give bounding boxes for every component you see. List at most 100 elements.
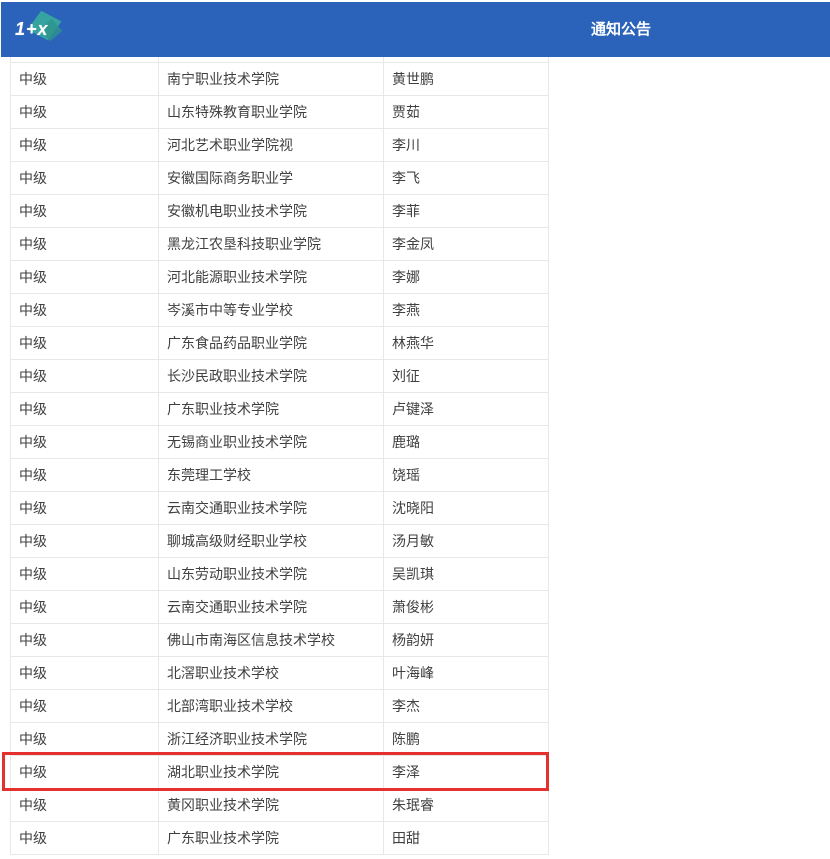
cell-name: 卢键泽: [384, 393, 549, 426]
cell-institution: 北部湾职业技术学校: [159, 690, 384, 723]
table-row: 中级黄冈职业技术学院朱珉睿: [11, 789, 549, 822]
cell-level: 中级: [11, 459, 159, 492]
cell-institution: 无锡商业职业技术学院: [159, 426, 384, 459]
table-row: 中级广东职业技术学院卢键泽: [11, 393, 549, 426]
table-row: 中级河北艺术职业学院视李川: [11, 129, 549, 162]
cell-institution: 山东特殊教育职业学院: [159, 96, 384, 129]
cell-institution: 广东职业技术学院: [159, 393, 384, 426]
cell-institution: 山东劳动职业技术学院: [159, 558, 384, 591]
cell-level: 中级: [11, 558, 159, 591]
table-row: 中级黑龙江农垦科技职业学院李金凤: [11, 228, 549, 261]
cell-name: 陈鹏: [384, 723, 549, 756]
cell-institution: 聊城高级财经职业学校: [159, 525, 384, 558]
cell-level: 中级: [11, 162, 159, 195]
cell-institution: 黄冈职业技术学院: [159, 789, 384, 822]
table-row: 中级长沙民政职业技术学院刘征: [11, 360, 549, 393]
cell-level: 中级: [11, 822, 159, 855]
cell-level: 中级: [11, 63, 159, 96]
cell-level: 中级: [11, 294, 159, 327]
cell-level: 中级: [11, 393, 159, 426]
cell-institution: 岑溪市中等专业学校: [159, 294, 384, 327]
cell-name: 杨韵妍: [384, 624, 549, 657]
cell-name: 沈晓阳: [384, 492, 549, 525]
table-row: 中级无锡商业职业技术学院鹿璐: [11, 426, 549, 459]
app-logo[interactable]: 1+x: [13, 12, 65, 48]
cell-institution: 湖北职业技术学院: [159, 756, 384, 789]
table-row: 中级云南交通职业技术学院沈晓阳: [11, 492, 549, 525]
cell-level: 中级: [11, 624, 159, 657]
table-row-highlighted: 中级湖北职业技术学院李泽: [11, 756, 549, 789]
table-row: 中级安徽国际商务职业学李飞: [11, 162, 549, 195]
cell-institution: 长沙民政职业技术学院: [159, 360, 384, 393]
cell-name: 田甜: [384, 822, 549, 855]
cell-level: 中级: [11, 723, 159, 756]
cell-name: 李川: [384, 129, 549, 162]
cell-institution: 广东职业技术学院: [159, 822, 384, 855]
cell-level: 中级: [11, 195, 159, 228]
certification-results-grid: 中级南宁职业技术学院黄世鹏中级山东特殊教育职业学院贾茹中级河北艺术职业学院视李川…: [10, 57, 549, 855]
cell-institution: 河北能源职业技术学院: [159, 261, 384, 294]
cell-name: 朱珉睿: [384, 789, 549, 822]
cell-level: 中级: [11, 360, 159, 393]
results-table: 中级南宁职业技术学院黄世鹏中级山东特殊教育职业学院贾茹中级河北艺术职业学院视李川…: [10, 57, 548, 855]
table-row: 中级佛山市南海区信息技术学校杨韵妍: [11, 624, 549, 657]
table-row: 中级山东劳动职业技术学院吴凯琪: [11, 558, 549, 591]
cell-name: 李燕: [384, 294, 549, 327]
cell-institution: 河北艺术职业学院视: [159, 129, 384, 162]
cell-level: 中级: [11, 789, 159, 822]
cell-level: 中级: [11, 591, 159, 624]
cell-institution: 安徽国际商务职业学: [159, 162, 384, 195]
cell-name: 萧俊彬: [384, 591, 549, 624]
cell-name: 李娜: [384, 261, 549, 294]
cell-institution: 东莞理工学校: [159, 459, 384, 492]
cell-level: 中级: [11, 228, 159, 261]
cell-level: 中级: [11, 129, 159, 162]
cell-level: 中级: [11, 96, 159, 129]
table-row: 中级北滘职业技术学校叶海峰: [11, 657, 549, 690]
cell-name: 林燕华: [384, 327, 549, 360]
cell-name: 刘征: [384, 360, 549, 393]
top-header: 1+x 通知公告: [1, 2, 830, 57]
cell-institution: 云南交通职业技术学院: [159, 591, 384, 624]
cell-name: 贾茹: [384, 96, 549, 129]
table-row: 中级安徽机电职业技术学院李菲: [11, 195, 549, 228]
table-row: 中级广东职业技术学院田甜: [11, 822, 549, 855]
table-row: 中级岑溪市中等专业学校李燕: [11, 294, 549, 327]
cell-level: 中级: [11, 492, 159, 525]
table-row: 中级广东食品药品职业学院林燕华: [11, 327, 549, 360]
nav-notice-link[interactable]: 通知公告: [591, 2, 651, 57]
cell-name: 汤月敏: [384, 525, 549, 558]
cell-name: 饶瑶: [384, 459, 549, 492]
cell-level: 中级: [11, 327, 159, 360]
cell-name: 李杰: [384, 690, 549, 723]
cell-institution: 安徽机电职业技术学院: [159, 195, 384, 228]
cell-name: 李飞: [384, 162, 549, 195]
cell-institution: 北滘职业技术学校: [159, 657, 384, 690]
cell-name: 李泽: [384, 756, 549, 789]
table-row: 中级云南交通职业技术学院萧俊彬: [11, 591, 549, 624]
table-row: 中级南宁职业技术学院黄世鹏: [11, 63, 549, 96]
cell-name: 鹿璐: [384, 426, 549, 459]
table-row: 中级浙江经济职业技术学院陈鹏: [11, 723, 549, 756]
cell-name: 李金凤: [384, 228, 549, 261]
logo-text: 1+x: [15, 19, 49, 40]
table-row: 中级聊城高级财经职业学校汤月敏: [11, 525, 549, 558]
table-row: 中级河北能源职业技术学院李娜: [11, 261, 549, 294]
table-row: 中级东莞理工学校饶瑶: [11, 459, 549, 492]
cell-institution: 云南交通职业技术学院: [159, 492, 384, 525]
cell-level: 中级: [11, 426, 159, 459]
cell-level: 中级: [11, 690, 159, 723]
table-row: 中级北部湾职业技术学校李杰: [11, 690, 549, 723]
cell-level: 中级: [11, 756, 159, 789]
cell-institution: 南宁职业技术学院: [159, 63, 384, 96]
table-row: 中级山东特殊教育职业学院贾茹: [11, 96, 549, 129]
cell-institution: 佛山市南海区信息技术学校: [159, 624, 384, 657]
cell-institution: 广东食品药品职业学院: [159, 327, 384, 360]
cell-name: 黄世鹏: [384, 63, 549, 96]
cell-level: 中级: [11, 261, 159, 294]
cell-name: 李菲: [384, 195, 549, 228]
cell-level: 中级: [11, 525, 159, 558]
cell-institution: 浙江经济职业技术学院: [159, 723, 384, 756]
cell-level: 中级: [11, 657, 159, 690]
cell-name: 叶海峰: [384, 657, 549, 690]
